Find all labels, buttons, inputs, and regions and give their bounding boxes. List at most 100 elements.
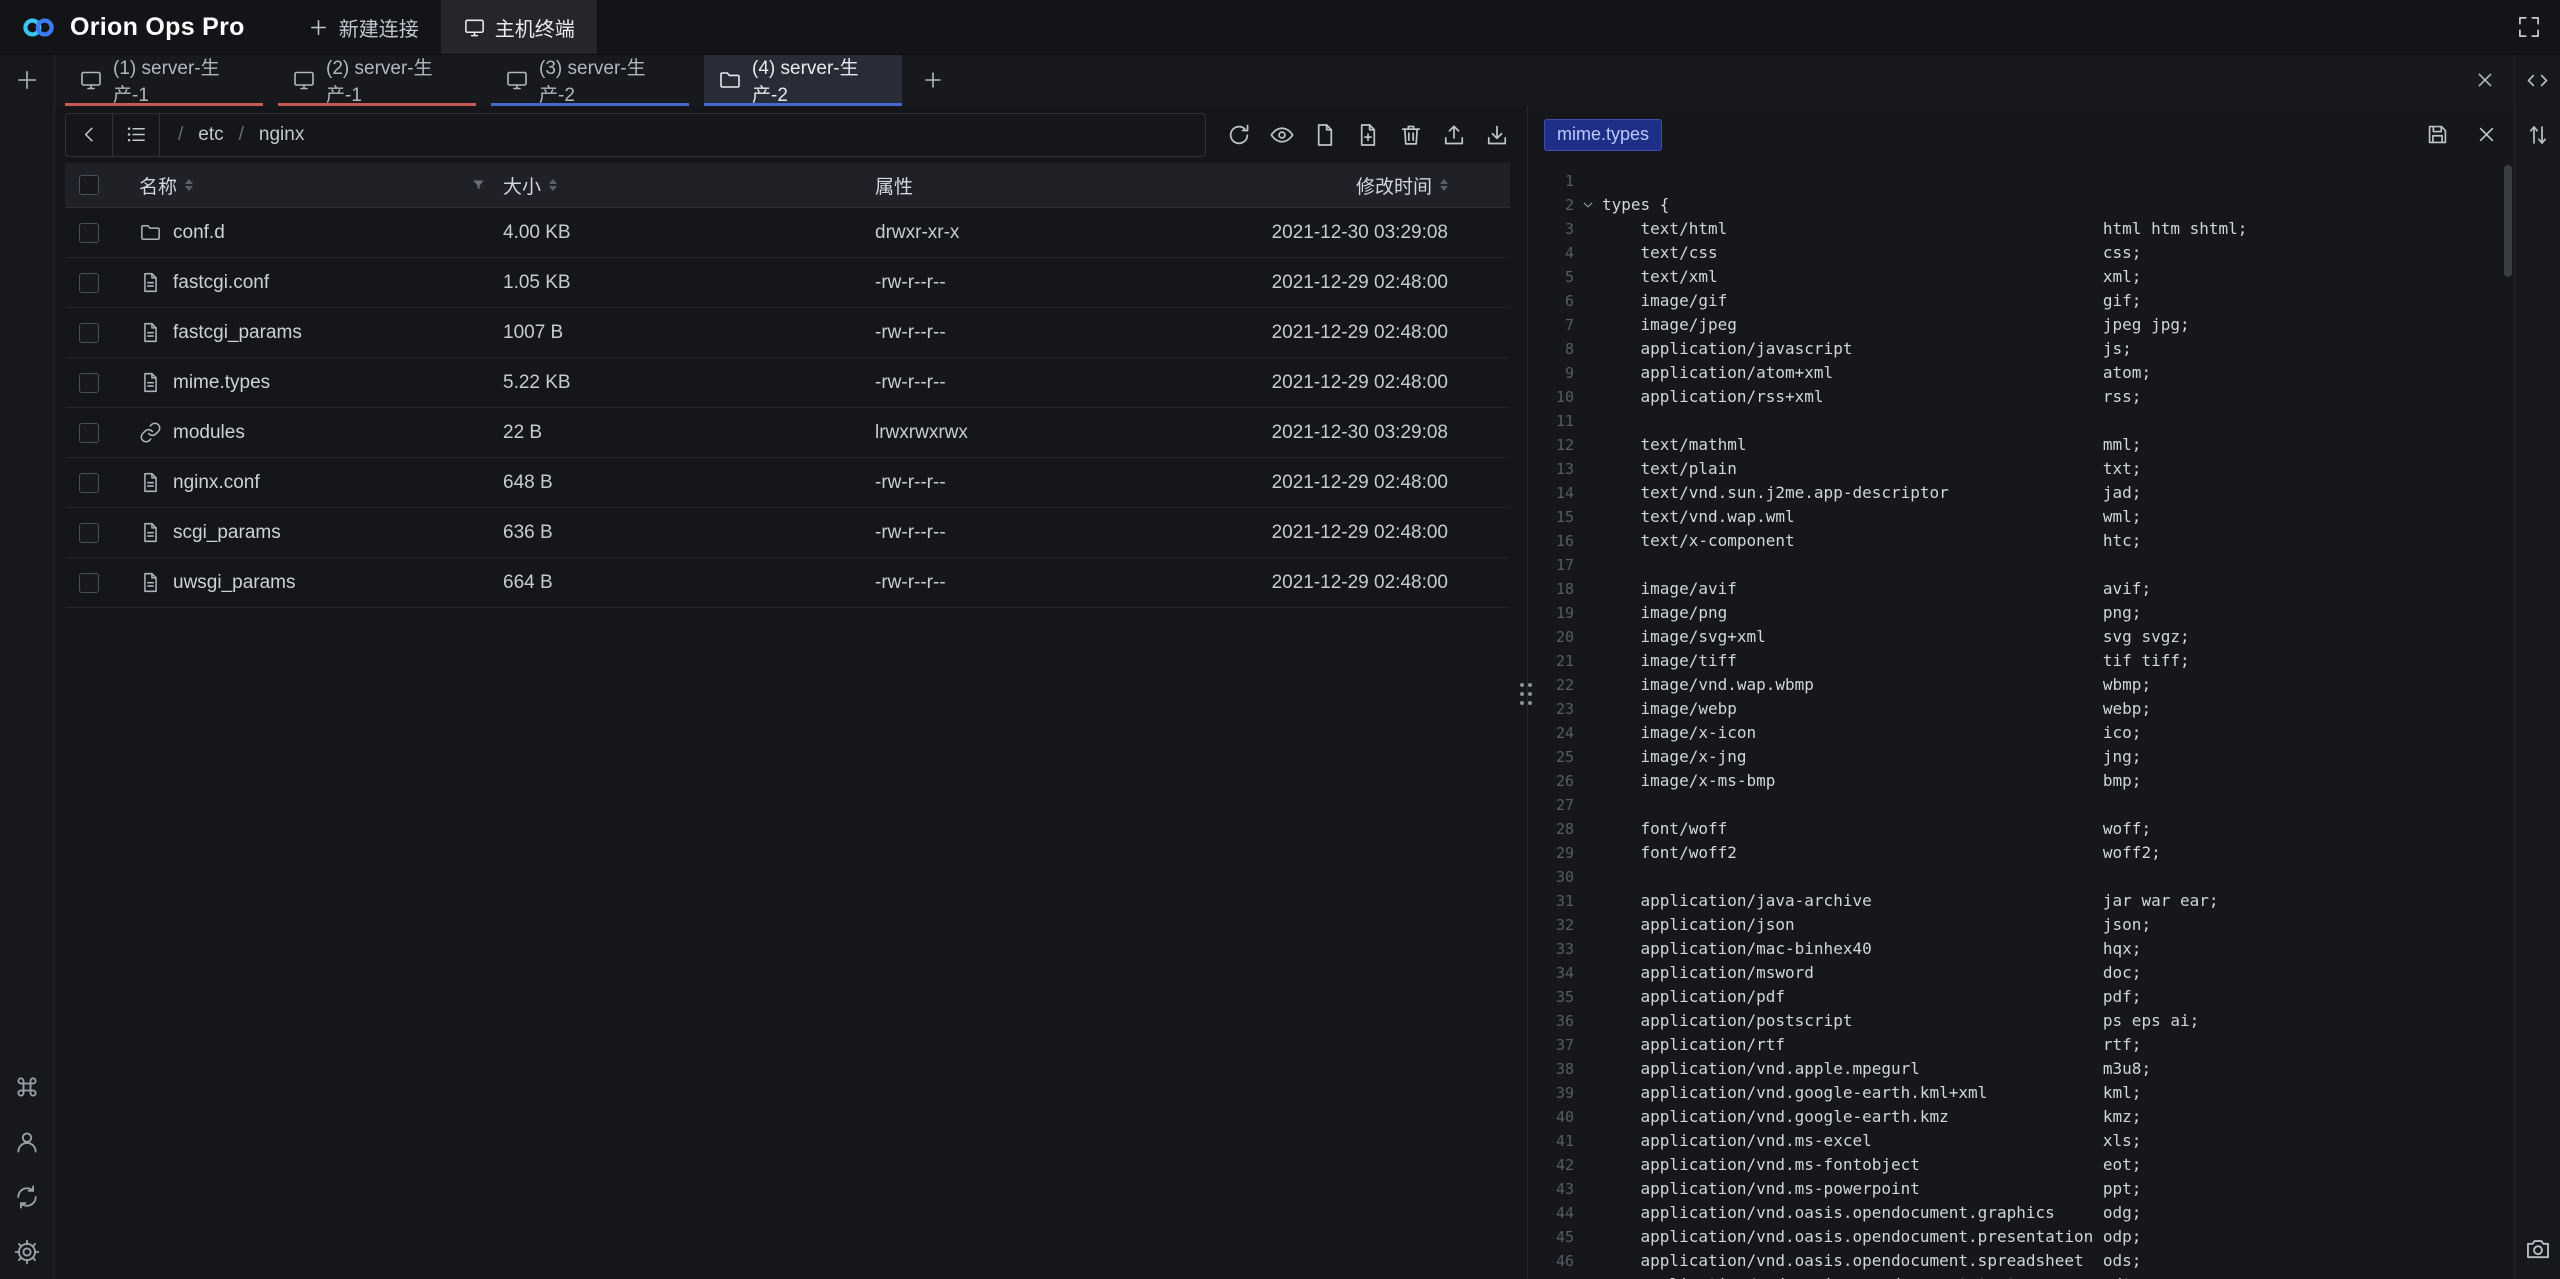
file-toolbar-actions	[1226, 122, 1510, 148]
file-name[interactable]: uwsgi_params	[173, 572, 296, 594]
row-checkbox-cell	[65, 573, 113, 593]
file-name-cell[interactable]: uwsgi_params	[113, 571, 503, 594]
file-add-icon[interactable]	[1355, 122, 1381, 148]
open-file-tag[interactable]: mime.types	[1544, 119, 1662, 151]
delete-icon[interactable]	[1398, 122, 1424, 148]
camera-icon[interactable]	[2524, 1235, 2552, 1263]
file-row[interactable]: fastcgi_params1007 B-rw-r--r--2021-12-29…	[65, 308, 1510, 358]
row-checkbox[interactable]	[79, 523, 99, 543]
code-icon[interactable]	[2525, 54, 2550, 106]
breadcrumb-segment[interactable]: nginx	[259, 124, 304, 146]
line-number: 20	[1528, 625, 1574, 649]
sort-icon[interactable]	[549, 179, 557, 191]
add-icon[interactable]	[13, 66, 41, 94]
sort-icon[interactable]	[185, 179, 193, 191]
file-row[interactable]: modules22 Blrwxrwxrwx2021-12-30 03:29:08	[65, 408, 1510, 458]
code-text: application/vnd.google-earth.kml+xml kml…	[1602, 1081, 2141, 1105]
nav-new-connection[interactable]: 新建连接	[285, 0, 441, 54]
tab-3[interactable]: (3) server-生产-2	[491, 54, 689, 106]
file-row[interactable]: scgi_params636 B-rw-r--r--2021-12-29 02:…	[65, 508, 1510, 558]
file-name-cell[interactable]: fastcgi_params	[113, 321, 503, 344]
file-row[interactable]: fastcgi.conf1.05 KB-rw-r--r--2021-12-29 …	[65, 258, 1510, 308]
upload-icon[interactable]	[1441, 122, 1467, 148]
file-name[interactable]: scgi_params	[173, 522, 281, 544]
fullscreen-icon[interactable]	[2516, 14, 2542, 40]
close-editor-icon[interactable]	[2474, 122, 2499, 147]
file-mtime: 2021-12-29 02:48:00	[1165, 572, 1510, 594]
sync-icon[interactable]	[13, 1183, 41, 1211]
gear-icon[interactable]	[13, 1238, 41, 1266]
file-name[interactable]: conf.d	[173, 222, 225, 244]
file-row[interactable]: uwsgi_params664 B-rw-r--r--2021-12-29 02…	[65, 558, 1510, 608]
command-icon[interactable]	[13, 1073, 41, 1101]
line-number: 10	[1528, 385, 1574, 409]
code-text: image/x-icon ico;	[1602, 721, 2141, 745]
add-tab-icon[interactable]	[921, 68, 945, 92]
file-name-cell[interactable]: modules	[113, 421, 503, 444]
row-checkbox[interactable]	[79, 423, 99, 443]
code-text: text/x-component htc;	[1602, 529, 2141, 553]
file-name-cell[interactable]: fastcgi.conf	[113, 271, 503, 294]
tab-4[interactable]: (4) server-生产-2	[704, 54, 902, 106]
file-list-button[interactable]	[113, 114, 160, 156]
row-checkbox[interactable]	[79, 273, 99, 293]
file-name[interactable]: modules	[173, 422, 245, 444]
code-text: image/svg+xml svg svgz;	[1602, 625, 2190, 649]
nav-host-terminal[interactable]: 主机终端	[441, 0, 597, 54]
left-rail	[0, 54, 55, 1279]
split-handle[interactable]	[1519, 672, 1533, 716]
header-name[interactable]: 名称	[113, 172, 503, 199]
user-icon[interactable]	[13, 1128, 41, 1156]
tab-status-underline	[278, 103, 476, 106]
swap-vertical-icon[interactable]	[2525, 106, 2551, 163]
breadcrumb-segment[interactable]: etc	[198, 124, 223, 146]
editor-scrollbar[interactable]	[2504, 165, 2512, 277]
row-checkbox[interactable]	[79, 473, 99, 493]
header-mtime[interactable]: 修改时间	[1165, 172, 1510, 199]
file-icon[interactable]	[1312, 122, 1338, 148]
code-text: application/vnd.oasis.opendocument.sprea…	[1602, 1249, 2141, 1273]
line-number: 15	[1528, 505, 1574, 529]
save-icon[interactable]	[2425, 122, 2450, 147]
file-name-cell[interactable]: conf.d	[113, 221, 503, 244]
file-size: 5.22 KB	[503, 372, 875, 394]
fold-toggle[interactable]	[1574, 198, 1602, 212]
file-name[interactable]: mime.types	[173, 372, 270, 394]
tab-2[interactable]: (2) server-生产-1	[278, 54, 476, 106]
code-text: text/plain txt;	[1602, 457, 2141, 481]
app-logo-icon	[20, 16, 58, 39]
file-name-cell[interactable]: mime.types	[113, 371, 503, 394]
filter-icon[interactable]	[470, 177, 487, 194]
header-size[interactable]: 大小	[503, 172, 875, 199]
tab-1[interactable]: (1) server-生产-1	[65, 54, 263, 106]
code-text: application/vnd.apple.mpegurl m3u8;	[1602, 1057, 2151, 1081]
brand[interactable]: Orion Ops Pro	[0, 0, 265, 54]
file-text-icon	[139, 321, 162, 344]
download-icon[interactable]	[1484, 122, 1510, 148]
line-number: 24	[1528, 721, 1574, 745]
file-row[interactable]: nginx.conf648 B-rw-r--r--2021-12-29 02:4…	[65, 458, 1510, 508]
file-row[interactable]: conf.d4.00 KBdrwxr-xr-x2021-12-30 03:29:…	[65, 208, 1510, 258]
file-name-cell[interactable]: nginx.conf	[113, 471, 503, 494]
file-name[interactable]: fastcgi.conf	[173, 272, 269, 294]
code-text: application/vnd.oasis.opendocument.text …	[1602, 1273, 2141, 1279]
file-name-cell[interactable]: scgi_params	[113, 521, 503, 544]
row-checkbox[interactable]	[79, 223, 99, 243]
row-checkbox[interactable]	[79, 373, 99, 393]
file-name[interactable]: fastcgi_params	[173, 322, 302, 344]
file-attrs: -rw-r--r--	[875, 472, 1165, 494]
code-editor[interactable]: 12types {3 text/html html htm shtml;4 te…	[1528, 163, 2515, 1279]
line-number: 11	[1528, 409, 1574, 433]
reload-icon[interactable]	[1226, 122, 1252, 148]
close-all-icon[interactable]	[2473, 68, 2497, 92]
code-line: 7 image/jpeg jpeg jpg;	[1528, 313, 2515, 337]
file-row[interactable]: mime.types5.22 KB-rw-r--r--2021-12-29 02…	[65, 358, 1510, 408]
preview-eye-icon[interactable]	[1269, 122, 1295, 148]
tab-label: (1) server-生产-1	[113, 53, 249, 107]
select-all-checkbox[interactable]	[79, 175, 99, 195]
file-name[interactable]: nginx.conf	[173, 472, 260, 494]
row-checkbox[interactable]	[79, 573, 99, 593]
row-checkbox[interactable]	[79, 323, 99, 343]
sort-icon[interactable]	[1440, 179, 1448, 191]
back-button[interactable]	[66, 114, 113, 156]
